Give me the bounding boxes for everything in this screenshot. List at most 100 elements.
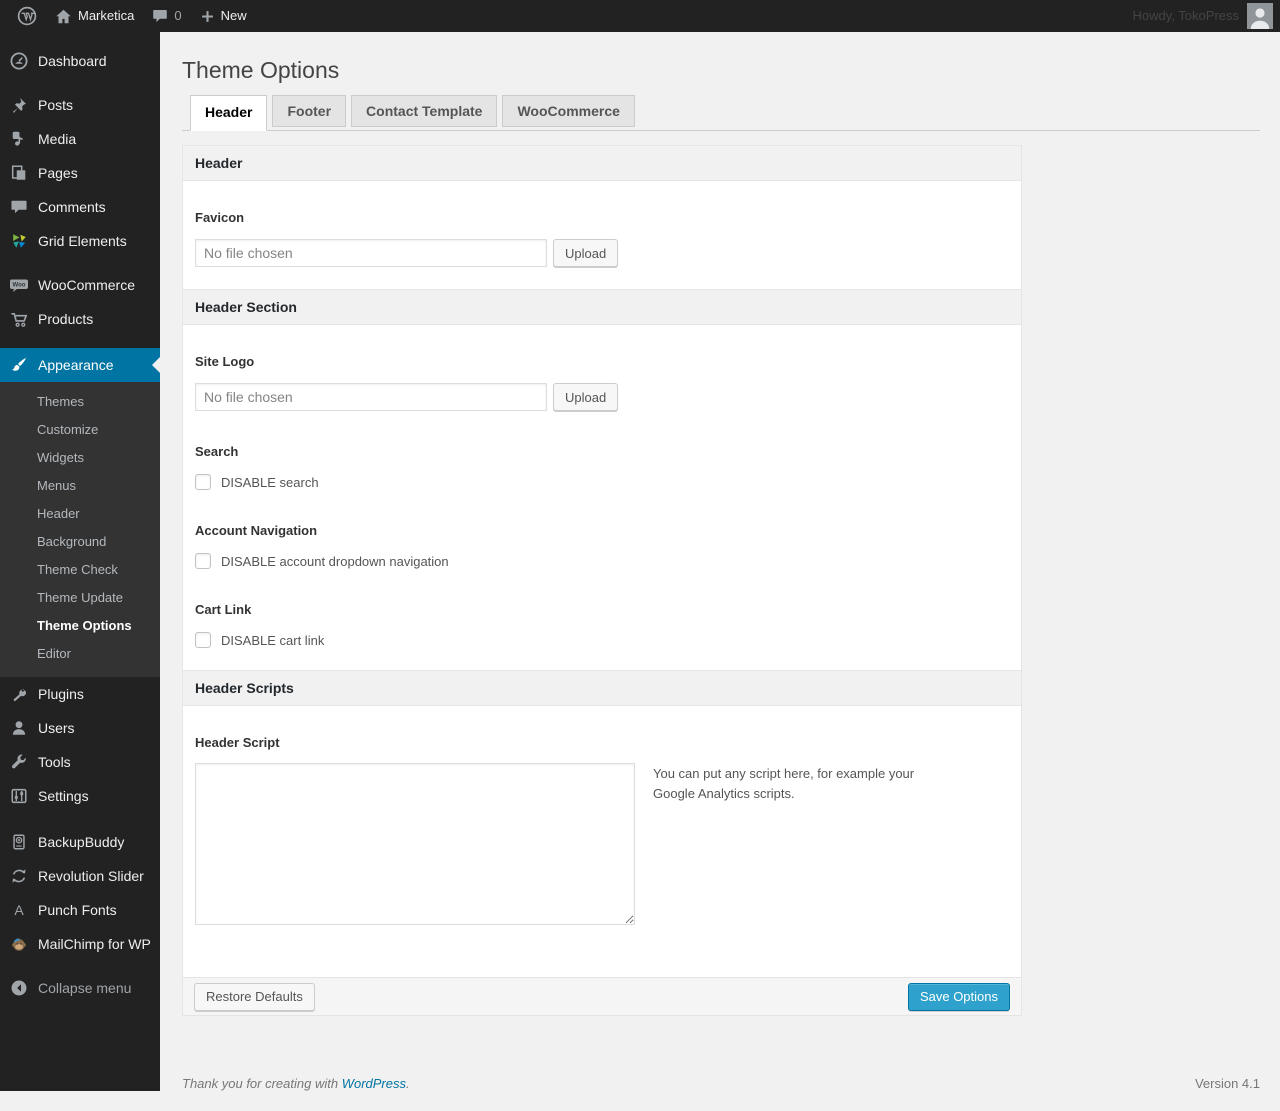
sidebar-item-label: Tools [38, 754, 71, 770]
submenu-item-header[interactable]: Header [0, 500, 160, 528]
submenu-item-menus[interactable]: Menus [0, 472, 160, 500]
avatar[interactable] [1247, 3, 1273, 29]
site-name-label: Marketica [78, 8, 135, 23]
favicon-file-input[interactable] [195, 239, 547, 267]
letter-a-icon: A [14, 902, 24, 918]
sidebar-item-users[interactable]: Users [0, 711, 160, 745]
tools-icon [9, 752, 29, 772]
sidebar-item-revolution-slider[interactable]: Revolution Slider [0, 859, 160, 893]
tab-bar: Header Footer Contact Template WooCommer… [182, 95, 1260, 131]
sidebar-item-products[interactable]: Products [0, 302, 160, 336]
submenu-item-themes[interactable]: Themes [0, 388, 160, 416]
site-logo-upload-button[interactable]: Upload [553, 383, 619, 411]
sidebar-item-label: MailChimp for WP [38, 936, 151, 952]
restore-defaults-button[interactable]: Restore Defaults [194, 982, 315, 1011]
sidebar-item-woocommerce[interactable]: Woo WooCommerce [0, 268, 160, 302]
main-content: Theme Options Header Footer Contact Temp… [160, 0, 1280, 1111]
sidebar-item-grid-elements[interactable]: Grid Elements [0, 224, 160, 258]
sidebar-item-dashboard[interactable]: Dashboard [0, 44, 160, 78]
submenu-item-theme-update[interactable]: Theme Update [0, 584, 160, 612]
sidebar-item-comments[interactable]: Comments [0, 190, 160, 224]
sidebar-item-label: Collapse menu [38, 980, 132, 996]
plugin-icon [9, 684, 29, 704]
disable-search-label: DISABLE search [221, 474, 319, 490]
howdy-account-link[interactable]: Howdy, TokoPress [1133, 0, 1239, 32]
sidebar-item-settings[interactable]: Settings [0, 779, 160, 813]
section-header-header-scripts: Header Scripts [183, 670, 1021, 706]
sidebar-item-label: Pages [38, 165, 78, 181]
section-body-header: Favicon Upload [183, 181, 1021, 289]
sidebar-item-label: WooCommerce [38, 277, 135, 293]
sidebar-item-punch-fonts[interactable]: A Punch Fonts [0, 893, 160, 927]
submenu-item-theme-check[interactable]: Theme Check [0, 556, 160, 584]
svg-text:Woo: Woo [13, 283, 26, 289]
sidebar-item-collapse-menu[interactable]: Collapse menu [0, 971, 160, 1005]
disable-cart-link-checkbox[interactable] [195, 632, 211, 648]
new-label: New [220, 8, 247, 23]
new-content-link[interactable]: New [191, 0, 256, 32]
site-name-link[interactable]: Marketica [46, 0, 143, 32]
admin-menu: Dashboard Posts Media Pages Comments Gri… [0, 32, 160, 1005]
sidebar-item-appearance[interactable]: Appearance [0, 348, 160, 382]
sidebar-item-label: Posts [38, 97, 74, 113]
wordpress-logo-icon [17, 6, 37, 26]
menu-separator [0, 813, 160, 825]
sidebar-item-posts[interactable]: Posts [0, 88, 160, 122]
sidebar-item-tools[interactable]: Tools [0, 745, 160, 779]
wordpress-link[interactable]: WordPress [342, 1076, 406, 1091]
refresh-icon [9, 866, 29, 886]
submenu-item-widgets[interactable]: Widgets [0, 444, 160, 472]
header-script-field: Header Script You can put any script her… [195, 735, 1009, 925]
section-header-header-section: Header Section [183, 289, 1021, 325]
theme-options-panel: Header Favicon Upload Header Section Sit… [182, 145, 1022, 1016]
menu-separator [0, 961, 160, 971]
cart-link-label: Cart Link [195, 602, 252, 617]
backupbuddy-icon [9, 832, 29, 852]
brush-icon [9, 355, 29, 375]
tab-header[interactable]: Header [190, 95, 268, 131]
sidebar-item-label: Plugins [38, 686, 84, 702]
submenu-item-theme-options[interactable]: Theme Options [0, 612, 160, 640]
disable-search-checkbox[interactable] [195, 474, 211, 490]
submenu-item-editor[interactable]: Editor [0, 640, 160, 668]
favicon-upload-button[interactable]: Upload [553, 239, 619, 267]
section-header-header: Header [183, 146, 1021, 181]
sidebar-item-label: Revolution Slider [38, 868, 144, 884]
disable-account-dropdown-label: DISABLE account dropdown navigation [221, 553, 449, 569]
wordpress-menu[interactable] [8, 0, 46, 32]
favicon-label: Favicon [195, 210, 245, 225]
menu-separator [0, 336, 160, 348]
tab-woocommerce[interactable]: WooCommerce [502, 95, 635, 127]
home-icon [55, 8, 72, 25]
account-navigation-field: Account Navigation DISABLE account dropd… [195, 523, 1009, 569]
admin-sidebar: Dashboard Posts Media Pages Comments Gri… [0, 32, 160, 1091]
users-icon [9, 718, 29, 738]
sidebar-item-label: BackupBuddy [38, 834, 125, 850]
header-script-label: Header Script [195, 735, 280, 750]
header-script-help-text: You can put any script here, for example… [653, 766, 915, 802]
sidebar-item-plugins[interactable]: Plugins [0, 677, 160, 711]
tab-footer[interactable]: Footer [272, 95, 347, 127]
submenu-item-background[interactable]: Background [0, 528, 160, 556]
sidebar-item-mailchimp[interactable]: MailChimp for WP [0, 927, 160, 961]
tab-contact-template[interactable]: Contact Template [351, 95, 498, 127]
cart-link-field: Cart Link DISABLE cart link [195, 602, 1009, 648]
pages-icon [9, 163, 29, 183]
header-script-textarea[interactable] [195, 763, 635, 925]
disable-account-dropdown-checkbox[interactable] [195, 553, 211, 569]
comments-bubble-icon [152, 8, 168, 24]
grid-elements-icon [9, 231, 29, 251]
site-logo-field: Site Logo Upload [195, 354, 1009, 411]
sidebar-item-pages[interactable]: Pages [0, 156, 160, 190]
submenu-item-customize[interactable]: Customize [0, 416, 160, 444]
site-logo-file-input[interactable] [195, 383, 547, 411]
media-icon [9, 129, 29, 149]
comments-link[interactable]: 0 [143, 0, 190, 32]
footer-thanks-prefix: Thank you for creating with [182, 1076, 342, 1091]
panel-footer: Restore Defaults Save Options [183, 977, 1021, 1015]
sidebar-item-backupbuddy[interactable]: BackupBuddy [0, 825, 160, 859]
save-options-button[interactable]: Save Options [907, 982, 1010, 1011]
sidebar-item-media[interactable]: Media [0, 122, 160, 156]
sidebar-item-label: Punch Fonts [38, 902, 117, 918]
sidebar-item-label: Settings [38, 788, 89, 804]
